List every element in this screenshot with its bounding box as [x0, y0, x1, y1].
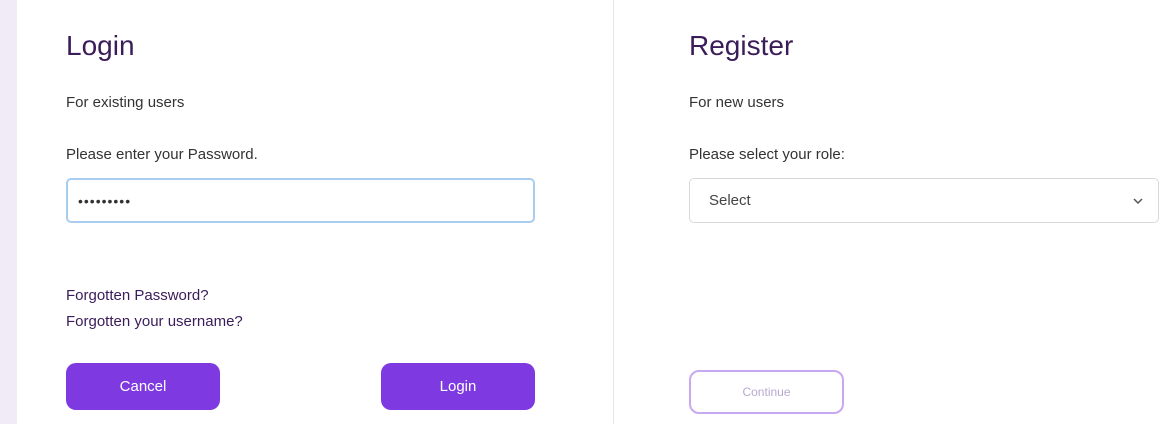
role-prompt: Please select your role: [689, 146, 845, 163]
password-prompt: Please enter your Password. [66, 146, 258, 163]
role-select-value: Select [709, 192, 751, 209]
panel-divider [613, 0, 614, 424]
forgot-password-link[interactable]: Forgotten Password? [66, 287, 209, 305]
chevron-down-icon [1133, 198, 1143, 205]
login-title: Login [66, 30, 135, 61]
cancel-button[interactable]: Cancel [66, 363, 220, 410]
login-subtitle: For existing users [66, 94, 185, 111]
password-input[interactable] [66, 178, 535, 223]
continue-button[interactable]: Continue [689, 370, 844, 414]
forgot-username-link[interactable]: Forgotten your username? [66, 313, 243, 331]
login-button[interactable]: Login [381, 363, 535, 410]
register-title: Register [689, 30, 794, 61]
role-select[interactable]: Select [689, 178, 1159, 223]
register-subtitle: For new users [689, 94, 785, 111]
